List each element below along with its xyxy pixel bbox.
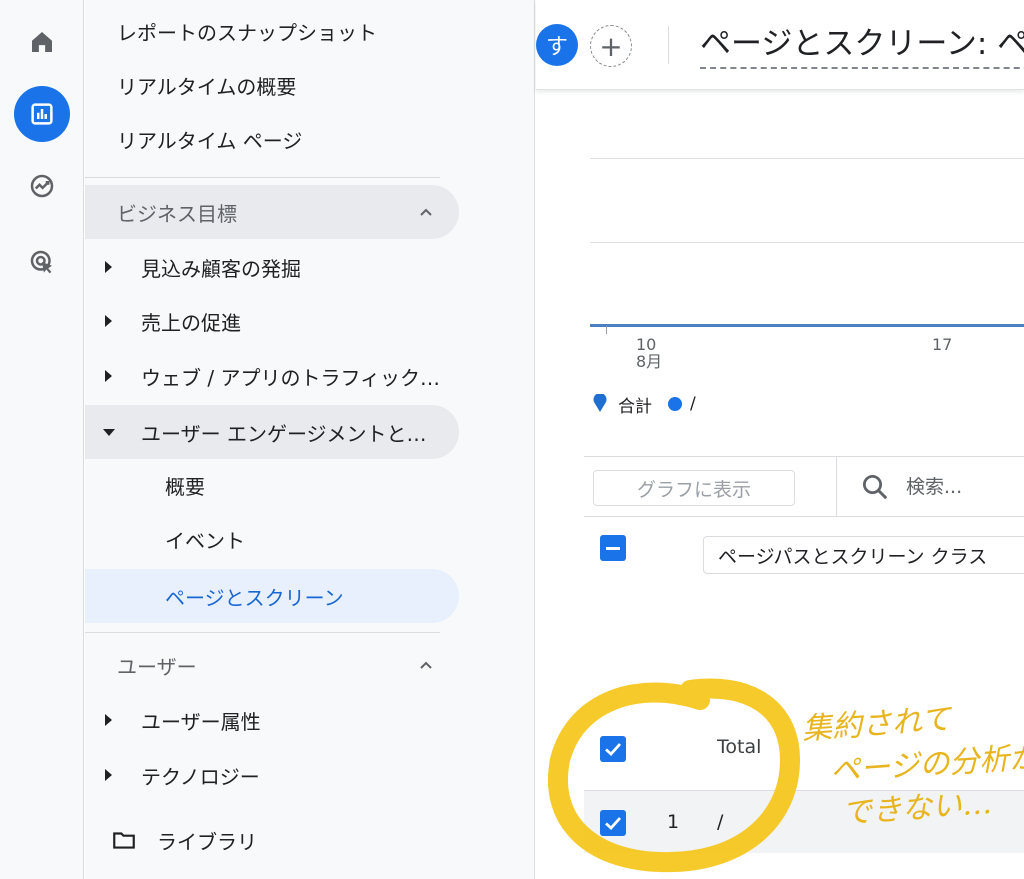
nav-item-web-app-traffic[interactable]: ウェブ / アプリのトラフィック… — [85, 349, 459, 403]
advertising-icon[interactable] — [14, 234, 70, 290]
comparison-avatar[interactable]: す — [536, 24, 578, 66]
icon-rail — [0, 0, 84, 879]
chart-series-line — [590, 324, 1024, 327]
dimension-select[interactable]: ページパスとスクリーン クラス — [703, 536, 1024, 574]
row-checkbox[interactable] — [600, 810, 626, 836]
nav-section-business-objectives[interactable]: ビジネス目標 — [85, 185, 459, 239]
nav-item-drive-sales[interactable]: 売上の促進 — [85, 294, 459, 348]
header-divider — [668, 26, 669, 64]
reports-icon[interactable] — [14, 86, 70, 142]
nav-item-label: リアルタイムの概要 — [117, 74, 297, 99]
nav-item-user-engagement[interactable]: ユーザー エンゲージメントと… — [85, 405, 459, 459]
nav-item-pages-and-screens[interactable]: ページとスクリーン — [85, 569, 459, 623]
folder-icon — [113, 832, 135, 849]
total-row-checkbox[interactable] — [600, 736, 626, 762]
check-icon — [605, 817, 622, 830]
nav-item-label: ウェブ / アプリのトラフィック… — [141, 365, 441, 390]
nav-item-label: ライブラリ — [157, 829, 257, 854]
nav-divider — [85, 632, 440, 633]
search-icon — [863, 475, 888, 500]
nav-item-technology[interactable]: テクノロジー — [85, 748, 459, 802]
row-number: 1 — [667, 811, 680, 833]
nav-item-demographics[interactable]: ユーザー属性 — [85, 693, 459, 747]
x-tick-month-label: 8月 — [636, 352, 663, 371]
chart-legend: 合計 / — [590, 392, 696, 417]
page-title: ページとスクリーン: ペ — [700, 18, 1024, 69]
nav-item-label: 売上の促進 — [141, 310, 241, 335]
select-all-checkbox[interactable] — [600, 535, 626, 561]
nav-item-events[interactable]: イベント — [85, 512, 459, 566]
nav-item-library[interactable]: ライブラリ — [85, 813, 459, 867]
expand-arrow-icon — [105, 261, 112, 273]
section-label: ビジネス目標 — [117, 201, 237, 226]
expand-arrow-icon — [105, 370, 112, 382]
legend-series-dot — [668, 397, 682, 411]
nav-item-label: リアルタイム ページ — [117, 128, 303, 153]
nav-item-label: ユーザー エンゲージメントと… — [141, 421, 427, 446]
total-pin-icon — [593, 394, 607, 412]
table-divider — [584, 456, 1024, 457]
home-icon[interactable] — [14, 14, 70, 70]
expand-arrow-icon — [105, 769, 112, 781]
x-tick-label: 17 — [932, 335, 953, 354]
chart-gridline — [590, 242, 1024, 243]
nav-item-overview[interactable]: 概要 — [85, 458, 459, 512]
nav-item-label: 概要 — [165, 474, 205, 499]
nav-item-generate-leads[interactable]: 見込み顧客の発掘 — [85, 240, 459, 294]
nav-item-label: イベント — [165, 528, 245, 553]
nav-item-label: レポートのスナップショット — [117, 20, 377, 45]
nav-item-realtime-overview[interactable]: リアルタイムの概要 — [85, 58, 459, 112]
chevron-up-icon — [420, 208, 432, 216]
chevron-up-icon — [420, 661, 432, 669]
nav-item-label: 見込み顧客の発掘 — [141, 256, 301, 281]
nav-item-label: ページとスクリーン — [165, 585, 344, 610]
legend-series-label: / — [690, 394, 696, 414]
collapse-arrow-icon — [103, 429, 115, 436]
expand-arrow-icon — [105, 315, 112, 327]
legend-total-label: 合計 — [618, 396, 652, 417]
nav-item-report-snapshot[interactable]: レポートのスナップショット — [85, 4, 459, 58]
total-label: Total — [717, 736, 762, 758]
section-label: ユーザー — [117, 654, 197, 679]
search-input[interactable] — [906, 472, 1024, 502]
nav-divider — [85, 177, 440, 178]
add-comparison-button[interactable]: + — [590, 25, 632, 67]
expand-arrow-icon — [105, 714, 112, 726]
report-nav-panel: レポートのスナップショット リアルタイムの概要 リアルタイム ページ ビジネス目… — [85, 0, 535, 879]
report-header: す + ページとスクリーン: ペ — [536, 0, 1024, 90]
check-icon — [605, 743, 622, 756]
plot-rows-button[interactable]: グラフに表示 — [593, 470, 795, 506]
table-divider — [584, 516, 1024, 517]
minus-icon — [606, 547, 620, 550]
explore-icon[interactable] — [14, 158, 70, 214]
toolbar-divider — [836, 457, 837, 517]
row-page-path: / — [717, 811, 724, 833]
nav-item-label: ユーザー属性 — [141, 709, 261, 734]
nav-item-realtime-pages[interactable]: リアルタイム ページ — [85, 112, 459, 166]
nav-section-user[interactable]: ユーザー — [85, 638, 459, 692]
chart-tick-mark — [606, 326, 607, 334]
nav-item-label: テクノロジー — [141, 764, 260, 789]
chart-gridline — [590, 158, 1024, 159]
